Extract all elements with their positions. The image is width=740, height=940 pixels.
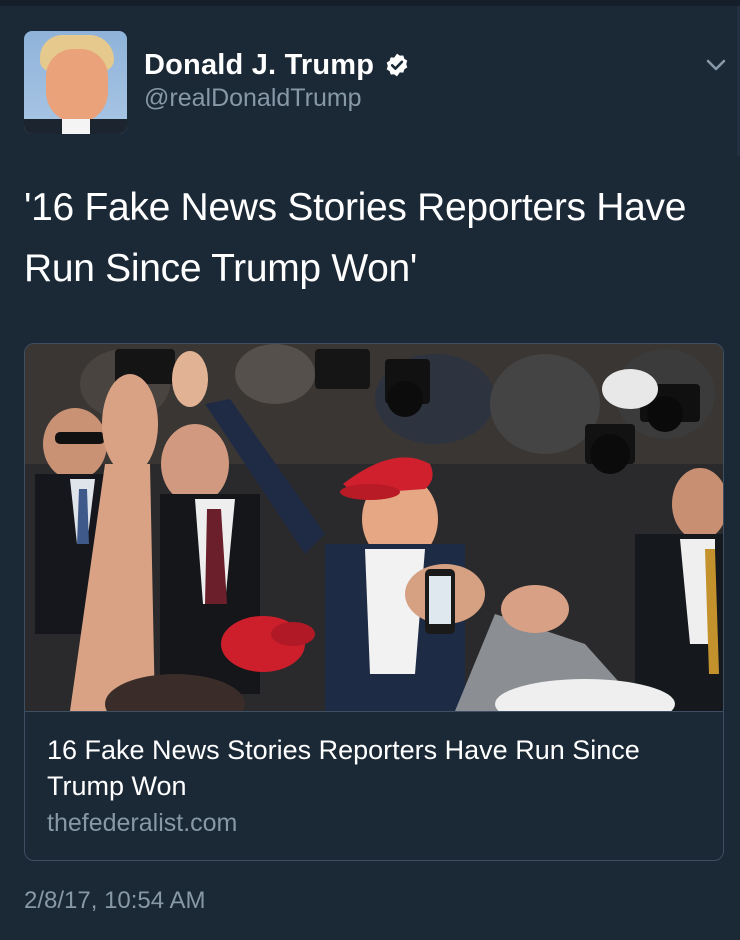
card-title[interactable]: 16 Fake News Stories Reporters Have Run … — [47, 732, 707, 804]
avatar-face — [46, 49, 108, 123]
tweet-text: '16 Fake News Stories Reporters Have Run… — [24, 177, 714, 299]
avatar[interactable] — [24, 31, 127, 134]
card-domain[interactable]: thefederalist.com — [47, 809, 237, 838]
author-name-row[interactable]: Donald J. Trump — [144, 47, 410, 83]
tweet-timestamp[interactable]: 2/8/17, 10:54 AM — [24, 887, 205, 915]
tweet-text-line-2: Run Since Trump Won' — [24, 247, 418, 290]
top-divider — [0, 0, 740, 6]
crowd-photo-illustration — [25, 344, 723, 711]
tweet-text-line-1: '16 Fake News Stories Reporters Have — [24, 186, 687, 229]
avatar-collar — [62, 119, 90, 134]
display-name[interactable]: Donald J. Trump — [144, 49, 374, 82]
card-body[interactable]: 16 Fake News Stories Reporters Have Run … — [25, 711, 723, 860]
chevron-down-icon[interactable] — [705, 56, 727, 74]
link-card[interactable]: 16 Fake News Stories Reporters Have Run … — [24, 343, 724, 861]
card-photo[interactable] — [25, 344, 723, 711]
author-handle[interactable]: @realDonaldTrump — [144, 84, 362, 113]
verified-badge-icon — [386, 53, 408, 77]
